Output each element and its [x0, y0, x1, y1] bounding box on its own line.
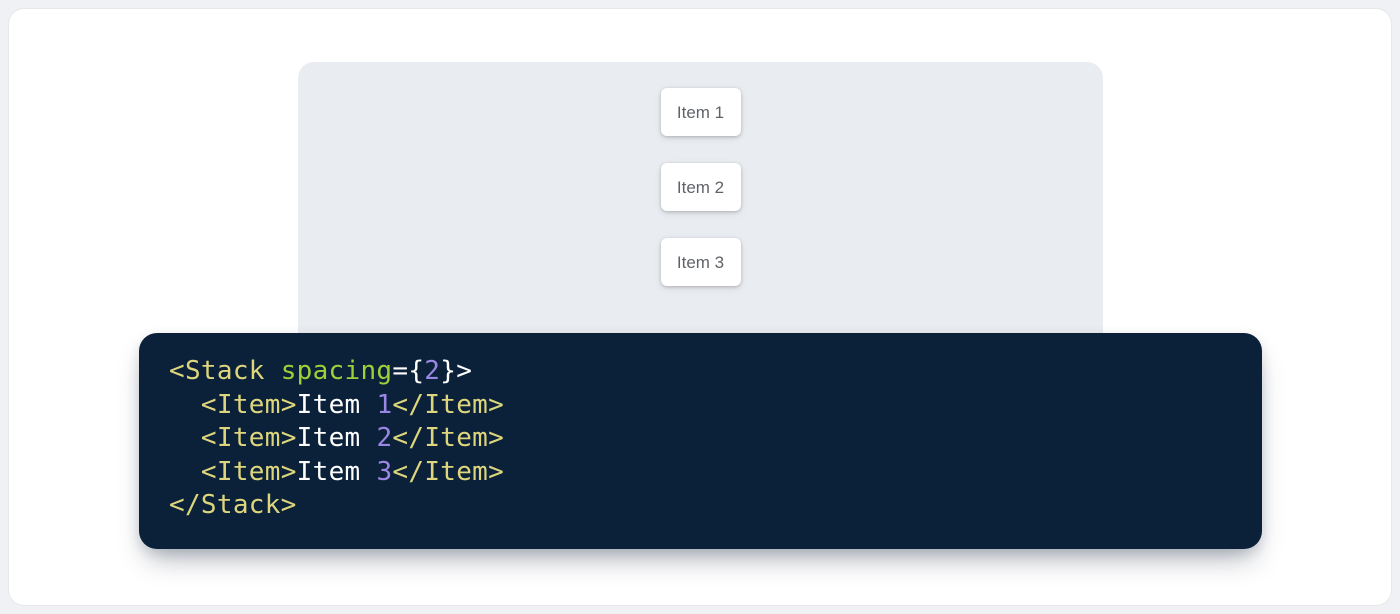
code-block: <Stack spacing={2}> <Item>Item 1</Item> … [139, 333, 1262, 549]
stack-item-label: Item 2 [677, 179, 724, 196]
code-token-tag: <Stack [169, 356, 281, 386]
code-token-attr: spacing [281, 356, 393, 386]
code-line: </Stack> [169, 489, 1232, 523]
code-line: <Stack spacing={2}> [169, 355, 1232, 389]
code-token-tag: </Item> [392, 390, 504, 420]
code-token-plain: }> [440, 356, 472, 386]
stack-item: Item 2 [661, 163, 741, 211]
code-token-plain [169, 457, 201, 487]
stack-demo-panel: Item 1 Item 2 Item 3 [298, 62, 1103, 362]
code-line: <Item>Item 3</Item> [169, 456, 1232, 490]
code-content: <Stack spacing={2}> <Item>Item 1</Item> … [169, 355, 1232, 523]
code-token-number: 2 [376, 423, 392, 453]
code-token-plain: Item [297, 457, 377, 487]
code-token-number: 1 [376, 390, 392, 420]
code-token-tag: <Item> [201, 423, 297, 453]
code-token-number: 2 [424, 356, 440, 386]
code-line: <Item>Item 1</Item> [169, 389, 1232, 423]
stack-item-label: Item 3 [677, 254, 724, 271]
code-line: <Item>Item 2</Item> [169, 422, 1232, 456]
demo-card: Item 1 Item 2 Item 3 <Stack spacing={2}>… [8, 8, 1392, 606]
code-token-plain: Item [297, 390, 377, 420]
stack-item: Item 1 [661, 88, 741, 136]
code-token-plain: Item [297, 423, 377, 453]
code-token-tag: </Item> [392, 457, 504, 487]
code-token-tag: <Item> [201, 457, 297, 487]
code-token-number: 3 [376, 457, 392, 487]
code-token-tag: </Stack> [169, 490, 297, 520]
code-token-plain [169, 423, 201, 453]
stack-item-label: Item 1 [677, 104, 724, 121]
code-token-tag: <Item> [201, 390, 297, 420]
stack-item: Item 3 [661, 238, 741, 286]
code-token-tag: </Item> [392, 423, 504, 453]
code-token-plain: ={ [392, 356, 424, 386]
code-token-plain [169, 390, 201, 420]
